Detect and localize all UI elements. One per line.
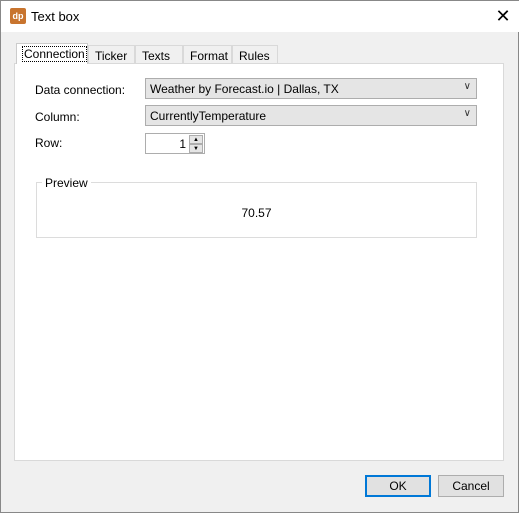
spin-up-icon[interactable]: ▲ (189, 135, 203, 144)
data-connection-select[interactable]: Weather by Forecast.io | Dallas, TX ∨ (145, 78, 477, 99)
close-icon[interactable]: ✕ (493, 6, 513, 27)
spin-down-icon[interactable]: ▼ (189, 144, 203, 153)
cancel-button[interactable]: Cancel (438, 475, 504, 497)
row-label: Row: (35, 136, 63, 150)
row-stepper[interactable]: 1 ▲ ▼ (145, 133, 205, 154)
tab-connection[interactable]: Connection (16, 43, 88, 64)
column-select[interactable]: CurrentlyTemperature ∨ (145, 105, 477, 126)
tab-label: Connection (22, 46, 87, 62)
data-connection-label: Data connection: (35, 83, 126, 97)
column-value: CurrentlyTemperature (150, 109, 267, 123)
ok-button[interactable]: OK (365, 475, 431, 497)
data-connection-value: Weather by Forecast.io | Dallas, TX (150, 82, 339, 96)
tab-ticker[interactable]: Ticker (88, 45, 135, 63)
tab-texts[interactable]: Texts (135, 45, 183, 63)
tab-rules[interactable]: Rules (232, 45, 278, 63)
preview-label: Preview (42, 176, 91, 190)
window-title: Text box (31, 9, 80, 24)
app-logo-icon: dp (10, 8, 26, 24)
row-value: 1 (179, 137, 186, 151)
tab-format[interactable]: Format (183, 45, 232, 63)
column-label: Column: (35, 110, 80, 124)
chevron-down-icon: ∨ (463, 81, 471, 92)
preview-value: 70.57 (241, 206, 272, 220)
chevron-down-icon: ∨ (463, 108, 471, 119)
